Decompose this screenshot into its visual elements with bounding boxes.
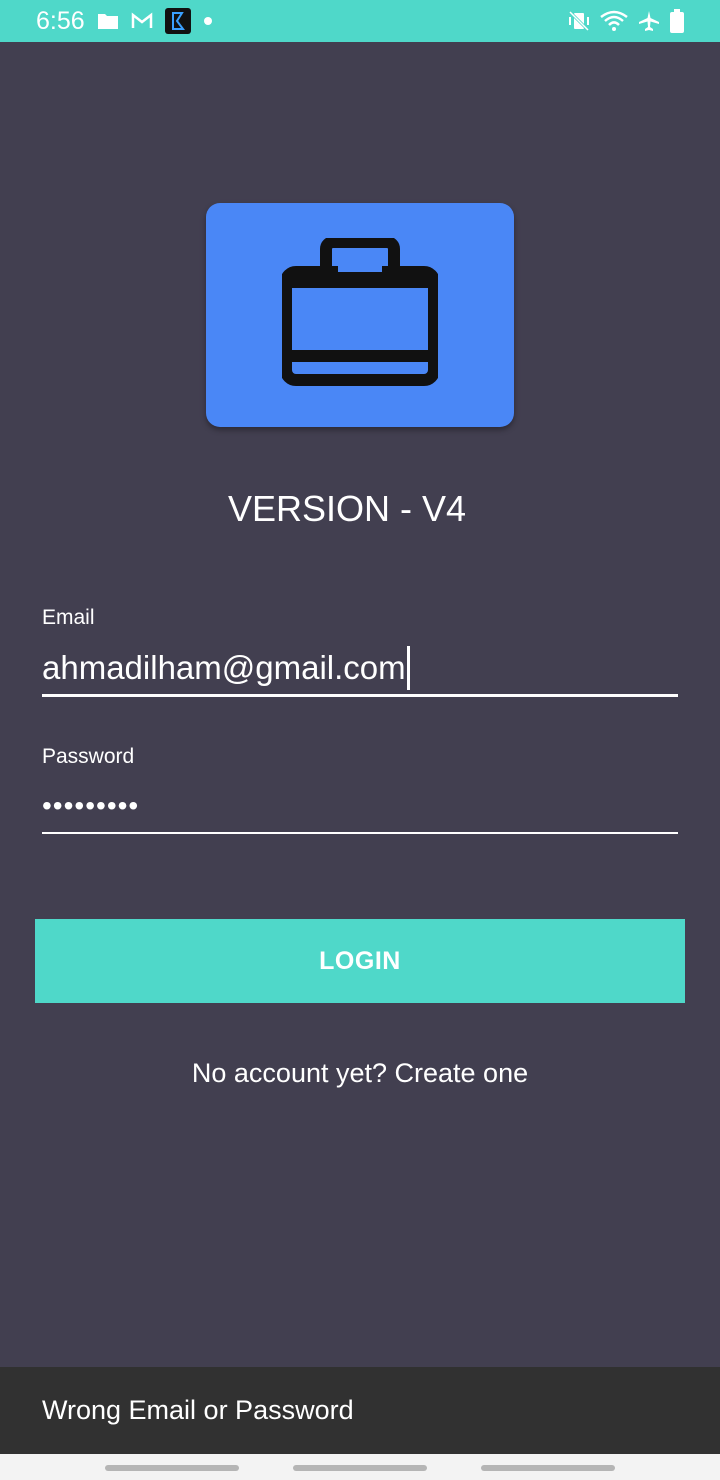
wifi-icon (600, 10, 628, 32)
status-right (568, 9, 684, 33)
snackbar-message: Wrong Email or Password (42, 1395, 354, 1425)
dot-icon (203, 16, 213, 26)
airplane-icon (638, 10, 660, 32)
password-underline (42, 832, 678, 834)
status-bar: 6:56 (0, 0, 720, 42)
status-left: 6:56 (36, 7, 213, 36)
nav-pill-right[interactable] (481, 1465, 615, 1471)
password-label: Password (42, 745, 135, 768)
text-cursor (406, 646, 410, 690)
vibrate-off-icon (568, 10, 590, 32)
briefcase-icon (280, 235, 440, 393)
error-snackbar: Wrong Email or Password (0, 1367, 720, 1454)
email-underline (42, 694, 678, 697)
email-value: ahmadilham@gmail.com (42, 649, 406, 686)
create-account-link[interactable]: No account yet? Create one (0, 1058, 720, 1089)
login-button[interactable]: LOGIN (35, 919, 685, 1003)
nav-pill-left[interactable] (105, 1465, 239, 1471)
email-label: Email (42, 606, 95, 629)
folder-icon (97, 12, 119, 30)
gesture-nav-bar (0, 1454, 720, 1480)
app-notification-icon (164, 8, 191, 34)
gmail-icon (131, 12, 153, 30)
battery-icon (670, 9, 684, 33)
password-field[interactable]: ••••••••• (42, 784, 678, 828)
version-title: VERSION - V4 (227, 488, 467, 529)
app-logo (206, 203, 514, 427)
email-field[interactable]: ahmadilham@gmail.com (42, 646, 678, 690)
status-time: 6:56 (36, 6, 85, 35)
nav-pill-center[interactable] (293, 1465, 427, 1471)
